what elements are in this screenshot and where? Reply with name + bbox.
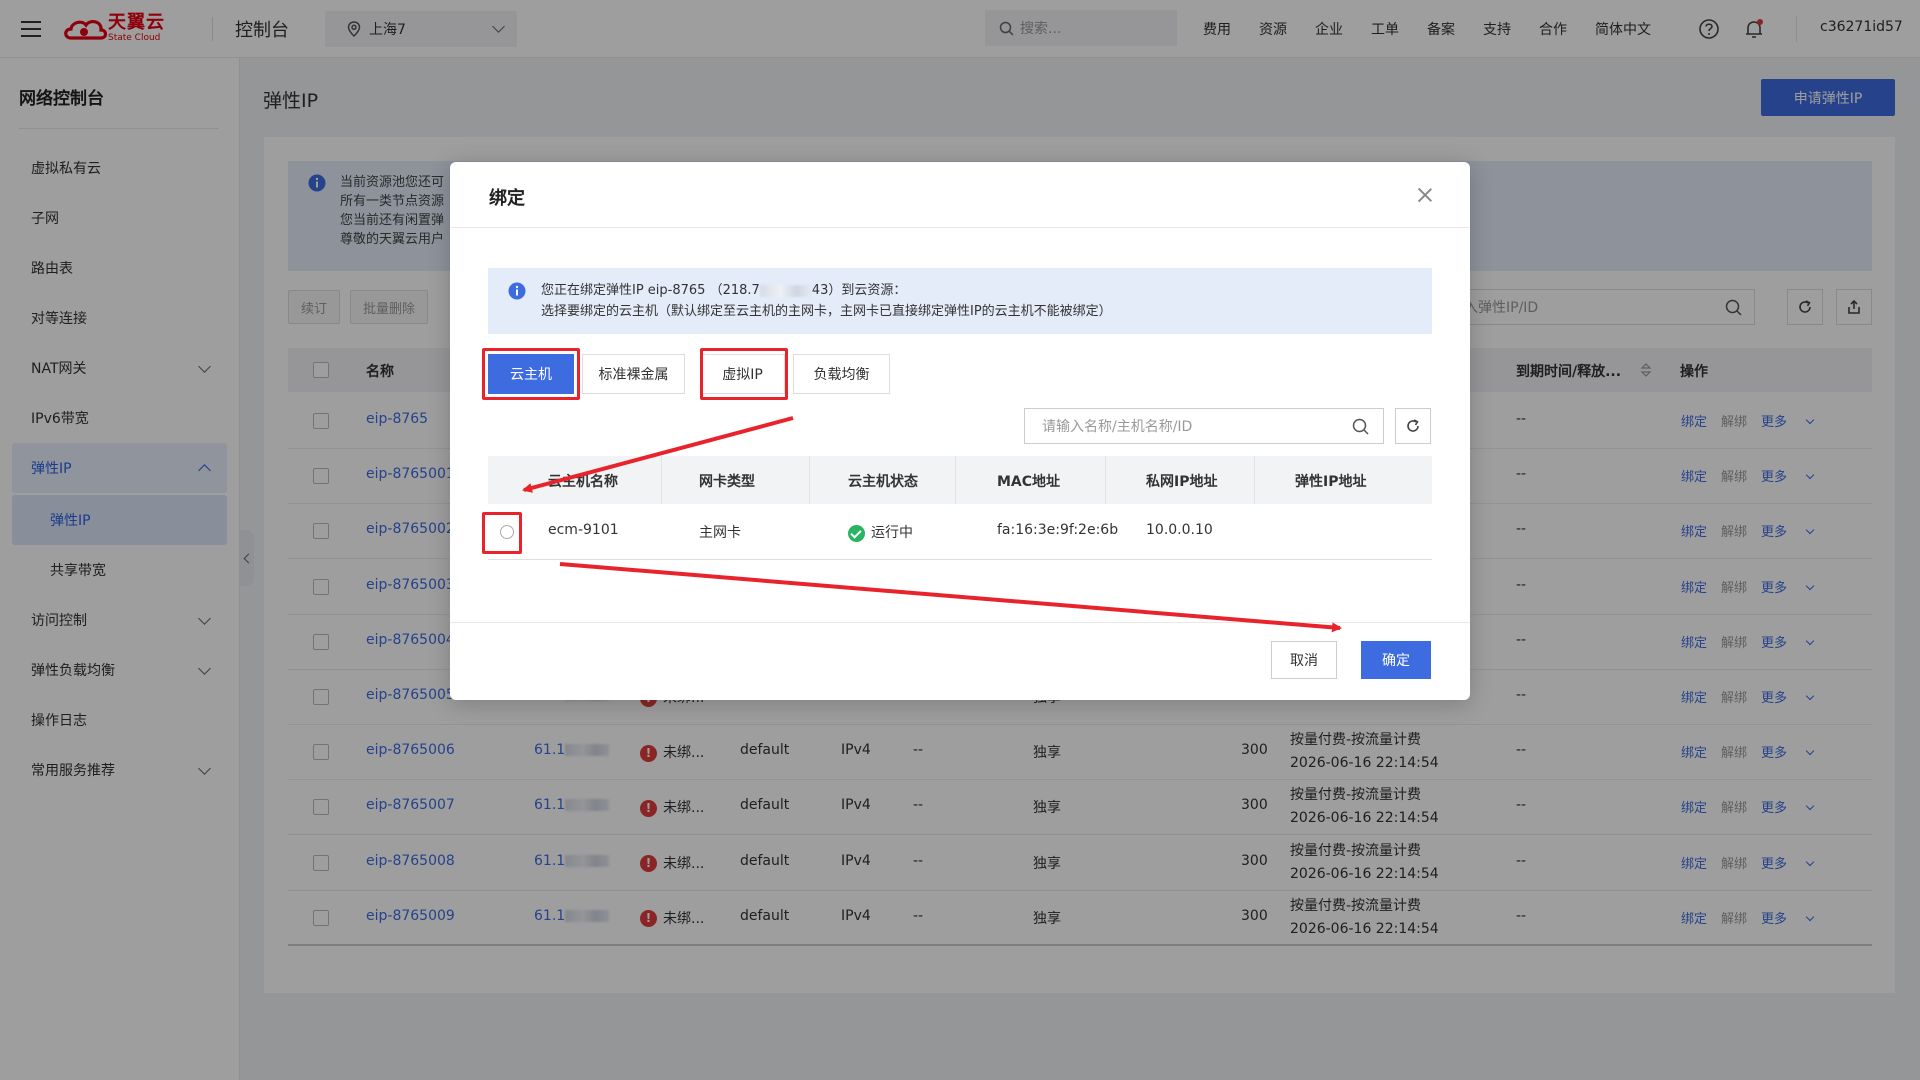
search-icon[interactable] xyxy=(1352,418,1369,435)
divider xyxy=(450,622,1470,623)
close-icon[interactable] xyxy=(1416,186,1434,204)
bind-info-banner: 您正在绑定弹性IP eip-8765 （218.7 43）到云资源： 选择要绑定的… xyxy=(488,268,1432,334)
highlight-box xyxy=(482,512,522,554)
divider xyxy=(955,456,956,504)
header-private-ip: 私网IP地址 xyxy=(1146,474,1218,490)
masked-ip xyxy=(759,284,812,297)
header-eip: 弹性IP地址 xyxy=(1295,474,1367,490)
host-row[interactable]: ecm-9101 主网卡 运行中 fa:16:3e:9f:2e:6b 10.0.… xyxy=(488,504,1432,560)
host-search-input[interactable]: 请输入名称/主机名称/ID xyxy=(1024,408,1384,444)
bind-dialog: 绑定 您正在绑定弹性IP eip-8765 （218.7 43）到云资源： 选择要… xyxy=(450,162,1470,700)
host-nic: 主网卡 xyxy=(699,525,741,541)
info-icon xyxy=(508,282,526,300)
divider xyxy=(1254,456,1255,504)
host-mac: fa:16:3e:9f:2e:6b xyxy=(997,522,1119,538)
host-status-text: 运行中 xyxy=(871,525,913,541)
header-nic-type: 网卡类型 xyxy=(699,474,755,490)
refresh-icon xyxy=(1407,419,1419,432)
bind-info-line: 您正在绑定弹性IP eip-8765 （218.7 43）到云资源： xyxy=(541,280,1432,301)
dialog-header: 绑定 xyxy=(450,162,1470,228)
tab-bare-metal[interactable]: 标准裸金属 xyxy=(582,354,685,394)
search-placeholder: 请输入名称/主机名称/ID xyxy=(1042,419,1193,435)
host-status: 运行中 xyxy=(848,522,913,542)
cancel-button[interactable]: 取消 xyxy=(1271,641,1337,679)
divider xyxy=(661,456,662,504)
tab-load-balancer[interactable]: 负载均衡 xyxy=(793,354,890,394)
header-host-name: 云主机名称 xyxy=(548,474,618,490)
bind-info-prefix: 您正在绑定弹性IP eip-8765 （218.7 xyxy=(541,283,760,298)
divider xyxy=(1105,456,1106,504)
bind-info-suffix: 43）到云资源： xyxy=(811,283,907,298)
divider xyxy=(809,456,810,504)
check-circle-icon xyxy=(848,524,865,542)
highlight-box xyxy=(700,348,788,400)
bind-info-hint: 选择要绑定的云主机（默认绑定至云主机的主网卡，主网卡已直接绑定弹性IP的云主机不… xyxy=(541,304,1112,319)
host-table-header: 云主机名称 网卡类型 云主机状态 MAC地址 私网IP地址 弹性IP地址 xyxy=(488,456,1432,504)
header-mac: MAC地址 xyxy=(997,474,1061,490)
host-name: ecm-9101 xyxy=(548,522,619,538)
highlight-box xyxy=(482,348,580,400)
header-host-status: 云主机状态 xyxy=(848,474,918,490)
host-refresh-button[interactable] xyxy=(1395,408,1431,444)
confirm-button[interactable]: 确定 xyxy=(1361,641,1431,679)
host-private-ip: 10.0.0.10 xyxy=(1146,522,1213,538)
dialog-title: 绑定 xyxy=(489,188,525,209)
